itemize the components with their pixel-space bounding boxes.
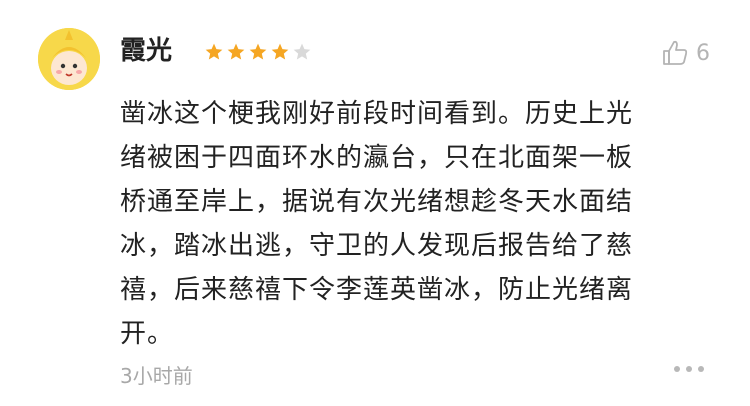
- avatar[interactable]: [38, 28, 100, 90]
- star-filled-icon: [271, 43, 289, 60]
- star-empty-icon: [293, 43, 311, 60]
- more-button[interactable]: [674, 366, 704, 372]
- username[interactable]: 霞光: [120, 36, 172, 67]
- more-dots-icon: [686, 366, 692, 372]
- comment-text: 凿冰这个梗我刚好前段时间看到。历史上光 绪被困于四面环水的瀛台，只在北面架一板 …: [120, 99, 634, 349]
- like-button[interactable]: 6: [660, 38, 710, 68]
- more-dots-icon: [698, 366, 704, 372]
- star-filled-icon: [205, 43, 223, 60]
- like-count: 6: [696, 40, 710, 66]
- star-filled-icon: [227, 43, 245, 60]
- cartoon-duck-avatar-icon: [38, 28, 100, 90]
- more-dots-icon: [674, 366, 680, 372]
- star-rating: [204, 42, 312, 62]
- thumbs-up-icon: [663, 40, 688, 65]
- star-filled-icon: [249, 43, 267, 60]
- timestamp: 3小时前: [120, 364, 193, 388]
